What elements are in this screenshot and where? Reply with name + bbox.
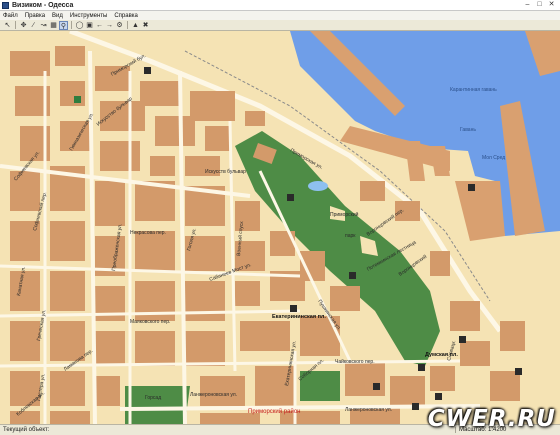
landmark-icon [349,272,356,279]
map-label-nekrasova: Некрасова пер. [130,230,166,236]
toolbar-separator [71,21,72,29]
zoom-in-icon[interactable]: ⚲ [59,20,68,30]
window-title: Визиком - Одесса [12,1,74,9]
landmark-icon [459,336,466,343]
map-label-sea: Карантинная гавань [450,87,497,93]
toolbar-separator [127,21,128,29]
map-label-harbor: Гавань [460,127,476,133]
landmark-icon [435,393,442,400]
landmark-icon [412,403,419,410]
menu-tools[interactable]: Инструменты [70,13,107,19]
map-label-prim-park2: парк [345,233,356,239]
maximize-icon[interactable]: □ [535,1,544,9]
landmark-icon [74,96,81,103]
watermark-logo: CWER.RU [427,406,556,432]
landmark-icon [290,305,297,312]
delete-icon[interactable]: ✖ [141,21,150,30]
back-icon[interactable]: ← [95,21,104,30]
park-pond [308,181,328,191]
menu-file[interactable]: Файл [3,13,18,19]
grid-icon[interactable]: ▦ [49,21,58,30]
pan-icon[interactable]: ✥ [19,21,28,30]
zoom-out-icon[interactable]: ◯ [75,21,84,30]
landmark-icon [287,194,294,201]
map-canvas[interactable]: Карантинная гавань Гавань Мол Сред Искус… [0,31,560,424]
menu-bar: Файл Правка Вид Инструменты Справка [0,11,560,20]
app-icon [2,1,9,9]
object-icon[interactable]: ▲ [131,21,140,30]
measure-icon[interactable]: ∕ [29,21,38,30]
map-label-lanzheronovskaya2: Ланжероновская ул. [345,407,392,413]
zoom-fit-icon[interactable]: ▣ [85,21,94,30]
settings-icon[interactable]: ⚙ [115,21,124,30]
map-svg[interactable]: Карантинная гавань Гавань Мол Сред Искус… [0,31,560,424]
map-label-mayakovsky: Маяковского пер. [130,319,170,325]
minimize-icon[interactable]: – [523,1,532,9]
landmark-icon [418,364,425,371]
map-label-lanzheronovskaya: Ланжероновская ул. [190,392,237,398]
city-garden [125,386,190,424]
menu-help[interactable]: Справка [114,13,138,19]
map-label-district: Приморский район [248,408,300,415]
landmark-icon [468,184,475,191]
map-label-harbor2: Мол Сред [482,155,505,161]
menu-edit[interactable]: Правка [25,13,45,19]
map-label-ekaterininskaya-pl: Екатерининская пл. [272,314,326,320]
map-label-iskusstv2: Искусств бульвар [205,169,246,175]
pointer-icon[interactable]: ↖ [3,21,12,30]
current-object-label: Текущий объект: [3,427,50,433]
close-icon[interactable]: ✕ [547,1,556,9]
map-label-gorsad: Горсад [145,395,161,401]
map-label-chaikovskogo: Чайковского пер. [335,358,375,365]
toolbar: ↖ ✥ ∕ ↝ ▦ ⚲ ◯ ▣ ← → ⚙ ▲ ✖ [0,20,560,31]
landmark-icon [373,383,380,390]
route-icon[interactable]: ↝ [39,21,48,30]
title-bar: Визиком - Одесса – □ ✕ [0,0,560,11]
toolbar-separator [15,21,16,29]
landmark-icon [144,67,151,74]
landmark-icon [515,368,522,375]
forward-icon[interactable]: → [105,21,114,30]
map-label-prim-park: Приморский [330,211,359,218]
menu-view[interactable]: Вид [52,13,63,19]
